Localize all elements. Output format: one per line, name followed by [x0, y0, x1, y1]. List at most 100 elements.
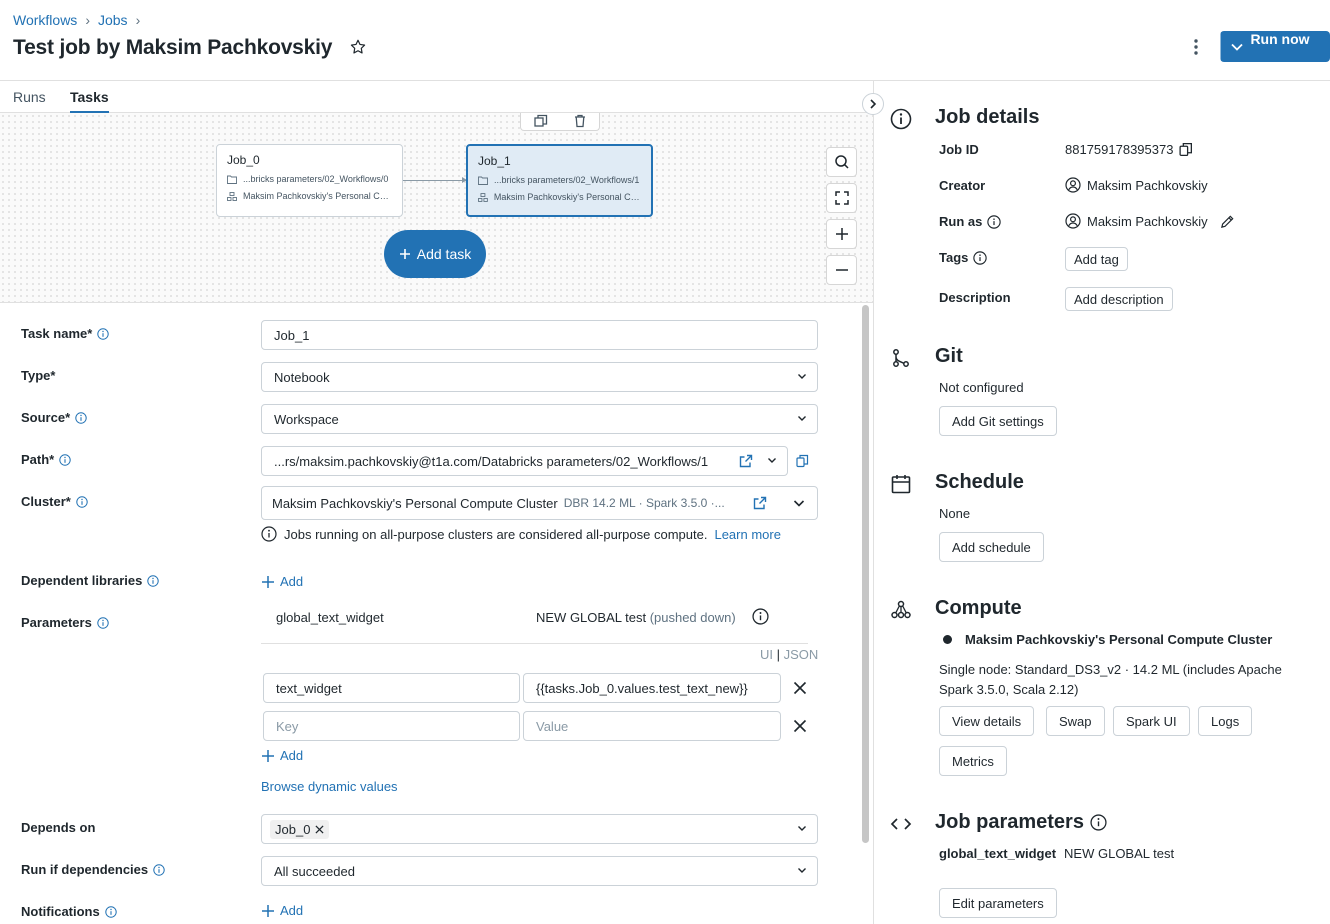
add-notification-button[interactable]: Add	[261, 903, 303, 918]
source-label: Source*	[21, 410, 71, 425]
run-if-value: All succeeded	[274, 863, 355, 879]
close-icon[interactable]	[315, 824, 324, 834]
run-now-button[interactable]: Run now	[1220, 31, 1330, 62]
task-node-name: Job_0	[227, 153, 260, 167]
add-library-button[interactable]: Add	[261, 574, 303, 589]
swap-button[interactable]: Swap	[1046, 706, 1105, 736]
info-icon[interactable]	[75, 411, 87, 424]
cluster-icon	[227, 191, 237, 201]
folder-icon	[227, 175, 237, 184]
info-icon[interactable]	[97, 327, 109, 340]
plus-icon	[262, 749, 274, 762]
zoom-out-button[interactable]	[826, 255, 857, 285]
folder-icon	[478, 176, 488, 185]
plus-icon	[262, 904, 274, 917]
task-node-job-1[interactable]: Job_1 ...bricks parameters/02_Workflows/…	[466, 144, 653, 217]
json-toggle[interactable]: JSON	[784, 647, 819, 662]
breadcrumb-jobs[interactable]: Jobs	[98, 12, 128, 28]
job-id-label: Job ID	[939, 142, 979, 157]
add-parameter-button[interactable]: Add	[261, 748, 303, 763]
learn-more-link[interactable]: Learn more	[714, 527, 780, 542]
page-title: Test job by Maksim Pachkovskiy	[13, 36, 333, 59]
param-value-input[interactable]: {{tasks.Job_0.values.test_text_new}}	[523, 673, 781, 703]
task-name-input[interactable]: Job_1	[261, 320, 818, 350]
info-icon[interactable]	[1090, 814, 1107, 831]
depends-on-chip-label: Job_0	[275, 821, 311, 837]
close-icon[interactable]	[792, 680, 808, 696]
pencil-icon[interactable]	[1220, 214, 1235, 229]
plus-icon	[835, 228, 848, 240]
info-icon[interactable]	[987, 214, 1002, 229]
type-select[interactable]: Notebook	[261, 362, 818, 392]
chevron-down-icon	[798, 826, 806, 831]
cluster-select[interactable]: Maksim Pachkovskiy's Personal Compute Cl…	[261, 486, 818, 520]
param-key-input[interactable]: text_widget	[263, 673, 520, 703]
run-now-label[interactable]: Run now	[1241, 31, 1319, 47]
page-header: Workflows › Jobs › Test job by Maksim Pa…	[0, 0, 1330, 81]
fit-view-button[interactable]	[826, 183, 857, 213]
collapse-panel-button[interactable]	[862, 93, 884, 115]
edit-parameters-button[interactable]: Edit parameters	[939, 888, 1057, 918]
zoom-in-button[interactable]	[826, 219, 857, 249]
compute-cluster-name[interactable]: Maksim Pachkovskiy's Personal Compute Cl…	[965, 632, 1272, 647]
job-id-value: 881759178395373	[1065, 142, 1174, 157]
run-if-select[interactable]: All succeeded	[261, 856, 818, 886]
search-icon	[834, 155, 849, 169]
add-git-settings-button[interactable]: Add Git settings	[939, 406, 1057, 436]
tab-runs[interactable]: Runs	[13, 89, 46, 105]
form-scrollbar[interactable]	[860, 305, 870, 845]
ui-toggle[interactable]: UI	[760, 647, 773, 662]
copy-icon[interactable]	[796, 454, 809, 468]
compute-description-line-2: Spark 3.5.0, Scala 2.12)	[939, 682, 1079, 697]
info-icon[interactable]	[973, 250, 988, 265]
source-select[interactable]: Workspace	[261, 404, 818, 434]
param-value-placeholder-input[interactable]: Value	[523, 711, 781, 741]
copy-icon[interactable]	[1179, 142, 1193, 157]
breadcrumb-workflows[interactable]: Workflows	[13, 12, 77, 28]
external-link-icon[interactable]	[739, 454, 753, 468]
chevron-down-icon	[793, 500, 805, 507]
task-node-name: Job_1	[478, 154, 511, 168]
git-status: Not configured	[939, 380, 1024, 395]
info-icon[interactable]	[153, 863, 165, 876]
view-details-button[interactable]: View details	[939, 706, 1035, 736]
close-icon[interactable]	[792, 718, 808, 734]
info-icon[interactable]	[147, 574, 160, 587]
task-graph-canvas[interactable]: Job_0 ...bricks parameters/02_Workflows/…	[0, 113, 873, 303]
tags-label: Tags	[939, 250, 969, 265]
task-node-job-0[interactable]: Job_0 ...bricks parameters/02_Workflows/…	[216, 144, 403, 217]
info-icon	[890, 108, 912, 130]
source-select-value: Workspace	[274, 411, 339, 427]
info-icon[interactable]	[59, 453, 71, 466]
add-tag-button[interactable]: Add tag	[1065, 247, 1128, 271]
notifications-label: Notifications	[21, 904, 100, 919]
search-button[interactable]	[826, 147, 857, 177]
info-icon[interactable]	[97, 616, 109, 629]
star-icon[interactable]	[349, 38, 367, 56]
external-link-icon[interactable]	[753, 496, 767, 510]
spark-ui-button[interactable]: Spark UI	[1113, 706, 1190, 736]
calendar-icon	[891, 475, 911, 494]
add-description-button[interactable]: Add description	[1065, 287, 1173, 311]
info-icon[interactable]	[752, 608, 769, 625]
add-task-button[interactable]: Add task	[384, 230, 486, 278]
more-options-icon[interactable]	[1186, 36, 1206, 58]
clone-icon[interactable]	[533, 114, 548, 128]
chevron-down-icon	[798, 868, 806, 873]
trash-icon[interactable]	[573, 114, 587, 128]
add-schedule-button[interactable]: Add schedule	[939, 532, 1044, 562]
cluster-note: Jobs running on all-purpose clusters are…	[284, 526, 708, 542]
chevron-down-icon	[768, 458, 776, 463]
metrics-button[interactable]: Metrics	[939, 746, 1007, 776]
param-key-placeholder-input[interactable]: Key	[263, 711, 520, 741]
info-icon[interactable]	[105, 905, 117, 918]
scrollbar-thumb[interactable]	[862, 305, 869, 843]
logs-button[interactable]: Logs	[1198, 706, 1253, 736]
browse-dynamic-values-link[interactable]: Browse dynamic values	[261, 779, 398, 794]
info-icon[interactable]	[76, 495, 88, 508]
depends-on-select[interactable]: Job_0	[261, 814, 818, 844]
task-node-path: ...bricks parameters/02_Workflows/1	[494, 175, 640, 185]
depends-on-chip: Job_0	[270, 819, 330, 839]
path-select[interactable]: ...rs/maksim.pachkovskiy@t1a.com/Databri…	[261, 446, 788, 476]
tab-tasks[interactable]: Tasks	[70, 89, 109, 114]
